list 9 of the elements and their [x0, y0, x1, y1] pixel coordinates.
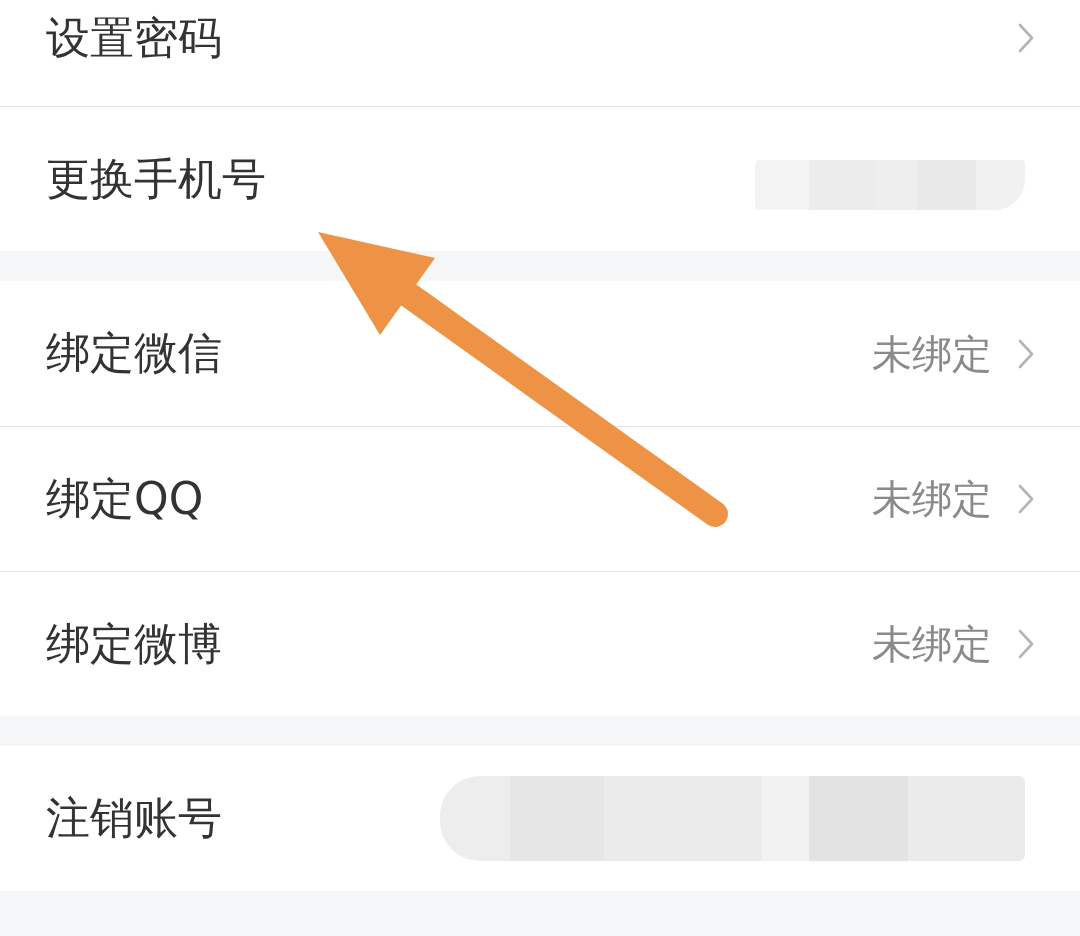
row-label: 绑定微信 [46, 327, 222, 380]
status-text: 未绑定 [872, 620, 992, 668]
row-label: 更换手机号 [46, 152, 266, 206]
row-label: 注销账号 [46, 792, 222, 845]
status-text: 未绑定 [872, 329, 992, 378]
row-label: 绑定微博 [46, 617, 222, 671]
row-label: 绑定QQ [46, 472, 204, 526]
row-label: 设置密码 [46, 11, 222, 65]
status-text: 未绑定 [872, 475, 992, 523]
